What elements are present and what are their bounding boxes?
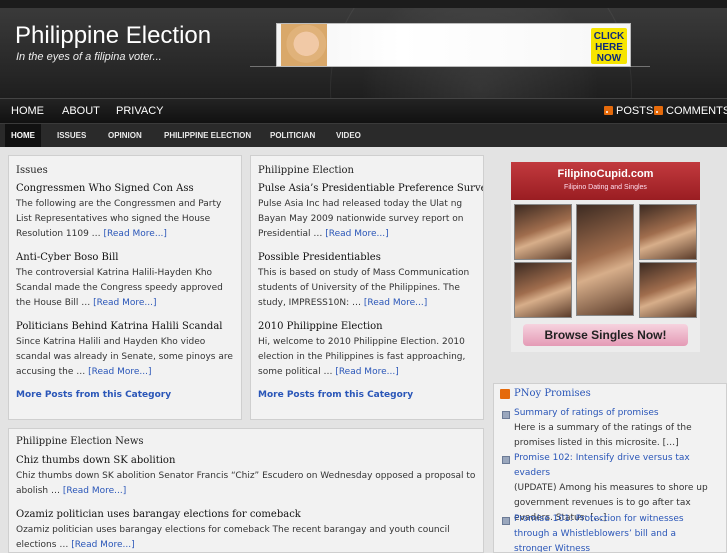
ad-photo (639, 262, 697, 318)
post-item: Anti-Cyber Boso Bill The controversial K… (16, 252, 238, 311)
ad-photo (514, 204, 572, 260)
philippine-election-box: Philippine Election Pulse Asia’s Preside… (250, 155, 484, 420)
category-nav: HOME ISSUES OPINION PHILIPPINE ELECTION … (0, 123, 727, 147)
promise-item: Promise 101: Protection for witnesses th… (514, 512, 714, 552)
site-header: Philippine Election In the eyes of a fil… (0, 8, 727, 98)
promise-link[interactable]: Promise 101: Protection for witnesses th… (514, 512, 714, 552)
rss-icon (654, 106, 663, 115)
posts-feed-label: POSTS (616, 105, 654, 117)
post-item: Possible Presidentiables This is based o… (258, 252, 480, 311)
banner-cta-line: NOW (596, 53, 622, 64)
banner-cta-line: CLICK (593, 31, 625, 42)
election-news-box: Philippine Election News Chiz thumbs dow… (8, 428, 484, 553)
ad-photo (576, 204, 634, 316)
bullet-icon (502, 411, 510, 419)
post-title[interactable]: Politicians Behind Katrina Halili Scanda… (16, 321, 238, 332)
post-item: Pulse Asia’s Presidentiable Preference S… (258, 183, 483, 242)
nav-about[interactable]: ABOUT (62, 99, 100, 123)
bullet-icon (502, 517, 510, 525)
sidebar-dating-ad[interactable]: FilipinoCupid.com Filipino Dating and Si… (511, 162, 700, 352)
posts-feed-link[interactable]: POSTS (604, 99, 653, 123)
read-more-link[interactable]: [Read More...] (63, 486, 126, 496)
read-more-link[interactable]: [Read More...] (325, 229, 388, 239)
nav-privacy[interactable]: PRIVACY (116, 99, 163, 123)
post-title[interactable]: Congressmen Who Signed Con Ass (16, 183, 238, 194)
post-title[interactable]: Anti-Cyber Boso Bill (16, 252, 238, 263)
more-posts-link[interactable]: More Posts from this Category (258, 390, 413, 400)
nav-home[interactable]: HOME (11, 99, 44, 123)
issues-box-title: Issues (16, 165, 48, 176)
news-item: Chiz thumbs down SK abolition Chiz thumb… (16, 455, 478, 499)
more-posts-link[interactable]: More Posts from this Category (16, 390, 171, 400)
banner-ad-cta[interactable]: CLICK HERE NOW (591, 28, 627, 64)
rss-icon[interactable] (500, 389, 510, 399)
post-title[interactable]: Possible Presidentiables (258, 252, 480, 263)
issues-box: Issues Congressmen Who Signed Con Ass Th… (8, 155, 242, 420)
read-more-link[interactable]: [Read More...] (88, 367, 151, 377)
ad-header: FilipinoCupid.com Filipino Dating and Si… (511, 162, 700, 200)
banner-ad[interactable]: CLICK HERE NOW (276, 23, 631, 67)
site-tagline: In the eyes of a filipina voter... (16, 51, 162, 63)
post-item: Congressmen Who Signed Con Ass The follo… (16, 183, 238, 242)
ad-brand: FilipinoCupid.com (557, 168, 654, 180)
banner-ad-photo (281, 24, 327, 66)
read-more-link[interactable]: [Read More...] (335, 367, 398, 377)
news-item: Ozamiz politician uses barangay election… (16, 509, 478, 552)
browse-singles-button[interactable]: Browse Singles Now! (523, 324, 688, 346)
read-more-link[interactable]: [Read More...] (364, 298, 427, 308)
read-more-link[interactable]: [Read More...] (93, 298, 156, 308)
post-excerpt: Pulse Asia Inc had released today the Ul… (258, 199, 464, 239)
news-title[interactable]: Chiz thumbs down SK abolition (16, 455, 478, 466)
post-title[interactable]: Pulse Asia’s Presidentiable Preference S… (258, 183, 483, 194)
news-excerpt: Ozamiz politician uses barangay election… (16, 525, 450, 550)
comments-feed-label: COMMENTS (666, 105, 727, 117)
post-excerpt: Hi, welcome to 2010 Philippine Election.… (258, 337, 466, 377)
category-tab-philippine-election[interactable]: PHILIPPINE ELECTION (164, 124, 251, 147)
category-tab-issues[interactable]: ISSUES (57, 124, 86, 147)
comments-feed-link[interactable]: COMMENTS (654, 99, 727, 123)
promise-link[interactable]: Promise 102: Intensify drive versus tax … (514, 451, 714, 481)
read-more-link[interactable]: [Read More...] (104, 229, 167, 239)
philippine-election-box-title: Philippine Election (258, 165, 354, 176)
promise-link[interactable]: Summary of ratings of promises (514, 406, 714, 421)
post-title[interactable]: 2010 Philippine Election (258, 321, 480, 332)
primary-nav: HOME ABOUT PRIVACY POSTS COMMENTS (0, 98, 727, 123)
top-strip (0, 0, 727, 8)
post-excerpt: This is based on study of Mass Communica… (258, 268, 470, 308)
read-more-link[interactable]: [Read More...] (71, 540, 134, 550)
pnoy-promises-title[interactable]: PNoy Promises (514, 388, 591, 399)
post-item: Politicians Behind Katrina Halili Scanda… (16, 321, 238, 380)
promise-excerpt: Here is a summary of the ratings of the … (514, 423, 692, 448)
category-tab-opinion[interactable]: OPINION (108, 124, 142, 147)
post-item: 2010 Philippine Election Hi, welcome to … (258, 321, 480, 380)
rss-icon (604, 106, 613, 115)
ad-subtitle: Filipino Dating and Singles (564, 184, 647, 191)
post-excerpt: The controversial Katrina Halili-Hayden … (16, 268, 223, 308)
election-news-box-title: Philippine Election News (16, 436, 144, 447)
category-tab-politician[interactable]: POLITICIAN (270, 124, 315, 147)
site-title[interactable]: Philippine Election (15, 22, 211, 50)
category-tab-home[interactable]: HOME (5, 124, 41, 147)
news-excerpt: Chiz thumbs down SK abolition Senator Fr… (16, 471, 476, 496)
bullet-icon (502, 456, 510, 464)
post-excerpt: The following are the Congressmen and Pa… (16, 199, 222, 239)
ad-photo (639, 204, 697, 260)
post-excerpt: Since Katrina Halili and Hayden Kho vide… (16, 337, 233, 377)
banner-cta-line: HERE (595, 42, 623, 53)
category-tab-video[interactable]: VIDEO (336, 124, 361, 147)
promise-item: Summary of ratings of promises Here is a… (514, 406, 714, 451)
ad-photo (514, 262, 572, 318)
news-title[interactable]: Ozamiz politician uses barangay election… (16, 509, 478, 520)
pnoy-promises-widget: PNoy Promises Summary of ratings of prom… (493, 383, 727, 553)
